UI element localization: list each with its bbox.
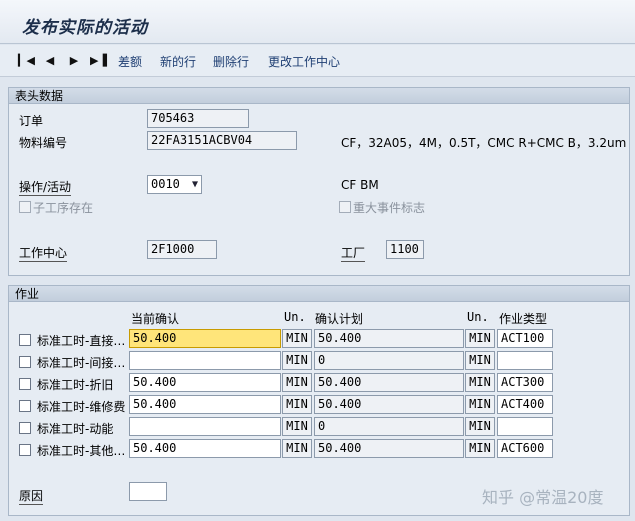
current-confirm-input[interactable]: 50.400 [129,395,281,414]
toolbar: ▎◀ ◀ ▶ ▶▐ 差额 新的行 删除行 更改工作中心 [0,45,635,77]
header-data-group: 表头数据 订单 705463 物料编号 22FA3151ACBV04 CF，32… [8,87,630,276]
order-field[interactable]: 705463 [147,109,249,128]
plant-field[interactable]: 1100 [386,240,424,259]
workcenter-label: 工作中心 [19,246,68,262]
current-confirm-input[interactable]: 50.400 [129,329,281,348]
difference-button[interactable]: 差额 [118,53,142,70]
plan-confirm-field[interactable]: 50.400 [314,329,464,348]
material-description: CF，32A05，4M，0.5T，CMC R+CMC B，3.2um [341,136,627,150]
activity-type-field[interactable] [497,417,553,436]
plan-confirm-field[interactable]: 50.400 [314,395,464,414]
material-field[interactable]: 22FA3151ACBV04 [147,131,297,150]
unit-header-2: Un. [467,310,489,324]
activity-type-header: 作业类型 [499,312,548,326]
current-confirm-input[interactable]: 50.400 [129,439,281,458]
row-label: 标准工时-直接… [37,334,126,348]
plan-confirm-field[interactable]: 0 [314,417,464,436]
suboperation-checkbox[interactable] [19,201,31,213]
page-title: 发布实际的活动 [22,18,148,38]
watermark-text: 知乎 @常温20度 [482,488,604,507]
row-checkbox[interactable] [19,422,31,434]
current-confirm-input[interactable] [129,351,281,370]
previous-page-icon[interactable]: ◀ [42,53,58,69]
first-page-icon[interactable]: ▎◀ [18,53,35,69]
plan-confirm-field[interactable]: 50.400 [314,439,464,458]
plan-confirm-header: 确认计划 [315,312,364,326]
unit-field[interactable]: MIN [465,373,495,392]
operation-label: 操作/活动 [19,180,72,196]
next-page-icon[interactable]: ▶ [66,53,82,69]
plan-confirm-field[interactable]: 50.400 [314,373,464,392]
current-confirm-header: 当前确认 [131,312,180,326]
activity-type-field[interactable]: ACT300 [497,373,553,392]
row-label: 标准工时-维修费 [37,400,126,414]
activity-title: 作业 [9,286,629,302]
operation-description: CF BM [341,178,379,192]
row-checkbox[interactable] [19,444,31,456]
major-event-checkbox[interactable] [339,201,351,213]
reason-input[interactable] [129,482,167,501]
unit-field[interactable]: MIN [465,395,495,414]
row-checkbox[interactable] [19,378,31,390]
activity-type-field[interactable]: ACT400 [497,395,553,414]
row-label: 标准工时-动能 [37,422,114,436]
unit-field[interactable]: MIN [465,439,495,458]
unit-field[interactable]: MIN [282,417,312,436]
current-confirm-input[interactable]: 50.400 [129,373,281,392]
chevron-down-icon: ▼ [191,179,198,190]
unit-field[interactable]: MIN [282,329,312,348]
reason-label: 原因 [19,489,44,505]
unit-field[interactable]: MIN [465,417,495,436]
major-event-label: 重大事件标志 [353,201,426,215]
activity-type-field[interactable]: ACT100 [497,329,553,348]
material-label: 物料编号 [19,136,68,150]
current-confirm-input[interactable] [129,417,281,436]
activity-type-field[interactable] [497,351,553,370]
row-checkbox[interactable] [19,400,31,412]
suboperation-label: 子工序存在 [33,201,94,215]
operation-value: 0010 [151,177,180,191]
row-label: 标准工时-其他… [37,444,126,458]
new-row-button[interactable]: 新的行 [160,53,196,70]
unit-field[interactable]: MIN [282,395,312,414]
unit-header-1: Un. [284,310,306,324]
change-workcenter-button[interactable]: 更改工作中心 [268,53,340,70]
unit-field[interactable]: MIN [282,439,312,458]
unit-field[interactable]: MIN [282,373,312,392]
row-checkbox[interactable] [19,334,31,346]
unit-field[interactable]: MIN [465,351,495,370]
last-page-icon[interactable]: ▶▐ [90,53,107,69]
row-label: 标准工时-折旧 [37,378,114,392]
plant-label: 工厂 [341,246,366,262]
row-label: 标准工时-间接… [37,356,126,370]
plan-confirm-field[interactable]: 0 [314,351,464,370]
header-data-title: 表头数据 [9,88,629,104]
activity-group: 作业 当前确认 Un. 确认计划 Un. 作业类型 标准工时-直接… 50.40… [8,285,630,516]
unit-field[interactable]: MIN [465,329,495,348]
row-checkbox[interactable] [19,356,31,368]
workcenter-field[interactable]: 2F1000 [147,240,217,259]
order-label: 订单 [19,114,44,128]
delete-row-button[interactable]: 删除行 [213,53,249,70]
title-bar: 发布实际的活动 [0,0,635,44]
unit-field[interactable]: MIN [282,351,312,370]
activity-type-field[interactable]: ACT600 [497,439,553,458]
operation-dropdown[interactable]: 0010 ▼ [147,175,202,194]
